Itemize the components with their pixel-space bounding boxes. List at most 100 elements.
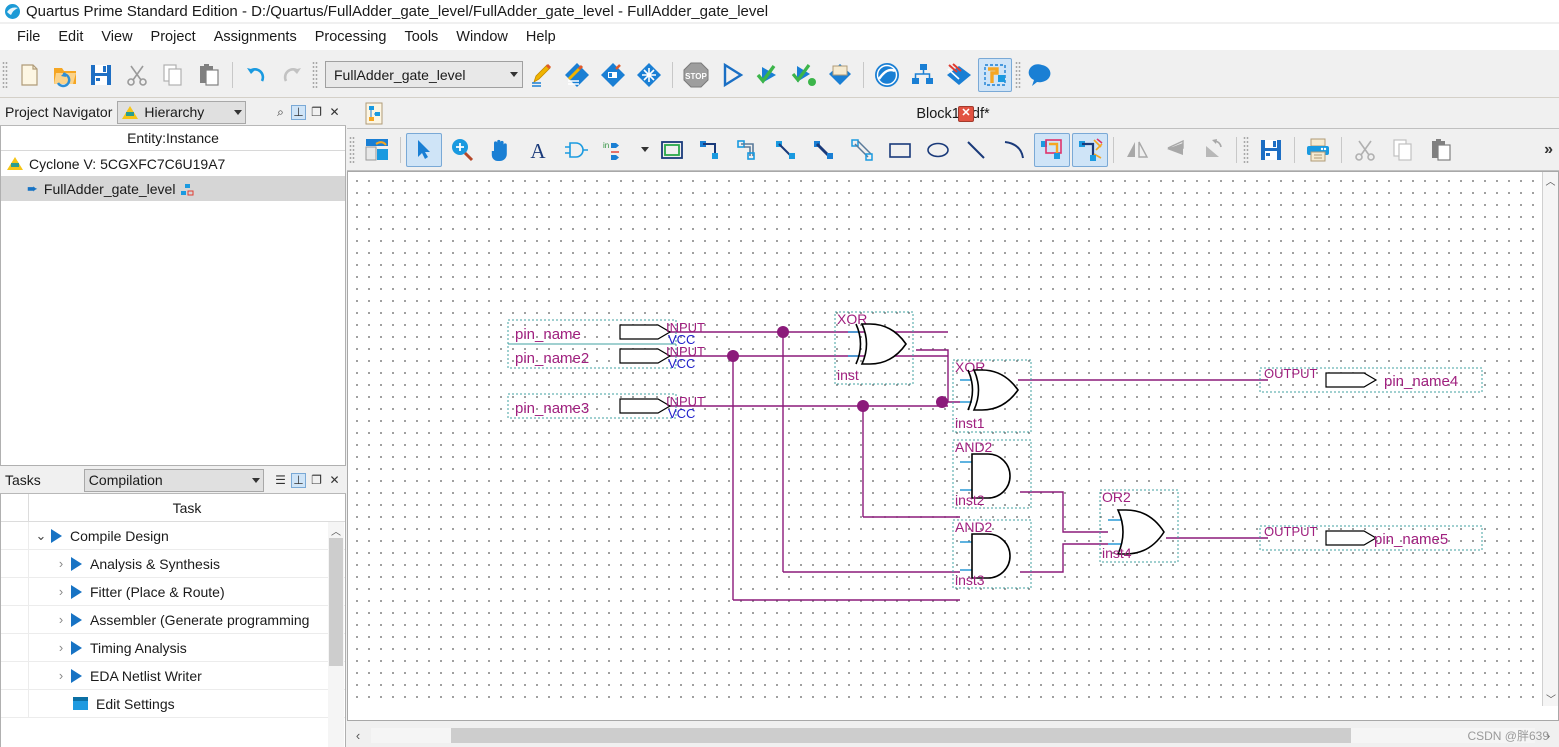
orthogonal-conduit-tool-icon[interactable]: [768, 133, 804, 167]
rectangle-tool-icon[interactable]: [882, 133, 918, 167]
close-panel-icon[interactable]: ✕: [327, 105, 342, 120]
chevron-right-icon[interactable]: ›: [53, 640, 69, 655]
canvas-horizontal-scrollbar[interactable]: ‹ ›: [347, 723, 1559, 747]
scroll-left-icon[interactable]: ‹: [347, 728, 369, 743]
assembler-icon[interactable]: [823, 58, 857, 92]
play-icon[interactable]: [71, 556, 82, 571]
cut-icon[interactable]: [1347, 133, 1383, 167]
orthogonal-node-tool-icon[interactable]: [692, 133, 728, 167]
start-compilation-icon[interactable]: [715, 58, 749, 92]
selection-arrow-tool[interactable]: [406, 132, 442, 167]
rtl-viewer-icon[interactable]: [942, 58, 976, 92]
rubberbanding-icon[interactable]: [1034, 132, 1070, 167]
menu-assignments[interactable]: Assignments: [205, 27, 306, 47]
copy-icon[interactable]: [156, 58, 190, 92]
list-menu-icon[interactable]: ☰: [273, 473, 288, 488]
ed-toolbar-grip[interactable]: [349, 135, 355, 164]
chevron-right-icon[interactable]: ›: [53, 584, 69, 599]
rotate-left-icon[interactable]: [1195, 133, 1231, 167]
hierarchy-view-combo[interactable]: Hierarchy: [117, 100, 247, 124]
task-row-timing-analysis[interactable]: › Timing Analysis: [1, 634, 345, 662]
block-tool-icon[interactable]: [654, 133, 690, 167]
task-row-edit-settings[interactable]: Edit Settings: [1, 690, 345, 718]
undo-icon[interactable]: [239, 58, 273, 92]
task-row-analysis-synthesis[interactable]: › Analysis & Synthesis: [1, 550, 345, 578]
task-row-eda-netlist-writer[interactable]: › EDA Netlist Writer: [1, 662, 345, 690]
play-icon[interactable]: [71, 668, 82, 683]
search-icon[interactable]: ⌕: [273, 105, 288, 120]
copy-icon[interactable]: [1385, 133, 1421, 167]
close-tab-icon[interactable]: ✕: [958, 105, 974, 122]
tasks-vertical-scrollbar[interactable]: ︿ ﹀: [328, 522, 344, 747]
flow-combo[interactable]: Compilation: [83, 468, 264, 492]
task-row-assembler[interactable]: › Assembler (Generate programming: [1, 606, 345, 634]
line-tool-icon[interactable]: [958, 133, 994, 167]
menu-help[interactable]: Help: [517, 27, 565, 47]
task-row-fitter[interactable]: › Fitter (Place & Route): [1, 578, 345, 606]
project-revision-combo[interactable]: FullAdder_gate_level: [325, 61, 523, 88]
fitter-icon[interactable]: [787, 58, 821, 92]
save-icon[interactable]: [1253, 133, 1289, 167]
flip-vertical-icon[interactable]: [1157, 133, 1193, 167]
scroll-thumb[interactable]: [451, 727, 1351, 743]
menu-window[interactable]: Window: [447, 27, 517, 47]
settings-icon[interactable]: [73, 697, 88, 710]
window-arrange-icon[interactable]: [359, 133, 395, 167]
assignment-editor-icon[interactable]: [560, 58, 594, 92]
toolbar-overflow-icon[interactable]: »: [1544, 141, 1559, 159]
partial-line-select-icon[interactable]: [1072, 132, 1108, 167]
pin-planner-icon[interactable]: [596, 58, 630, 92]
orthogonal-bus-tool-icon[interactable]: [730, 133, 766, 167]
play-icon[interactable]: [71, 584, 82, 599]
paste-icon[interactable]: [1423, 133, 1459, 167]
canvas-vertical-scrollbar[interactable]: ︿ ﹀: [1542, 172, 1558, 706]
chevron-right-icon[interactable]: ›: [53, 668, 69, 683]
pin-panel-icon[interactable]: ⊥: [291, 472, 306, 488]
analysis-synthesis-icon[interactable]: [751, 58, 785, 92]
play-icon[interactable]: [71, 612, 82, 627]
scroll-down-icon[interactable]: ﹀: [1543, 690, 1558, 706]
diagonal-bus-tool-icon[interactable]: [844, 133, 880, 167]
chevron-right-icon[interactable]: ›: [53, 612, 69, 627]
toolbar-grip-3[interactable]: [1015, 60, 1021, 89]
print-icon[interactable]: [1300, 133, 1336, 167]
settings-pencil-icon[interactable]: [524, 58, 558, 92]
redo-icon[interactable]: [275, 58, 309, 92]
hand-pan-tool-icon[interactable]: [482, 133, 518, 167]
zoom-tool-icon[interactable]: [444, 133, 480, 167]
chevron-right-icon[interactable]: ›: [53, 556, 69, 571]
pin-dropdown-icon[interactable]: [634, 133, 652, 167]
tree-row-entity[interactable]: ➨ FullAdder_gate_level: [1, 176, 345, 201]
menu-edit[interactable]: Edit: [49, 27, 92, 47]
menu-project[interactable]: Project: [142, 27, 205, 47]
menu-file[interactable]: File: [8, 27, 49, 47]
scroll-track[interactable]: [371, 727, 1535, 743]
netlist-viewer-icon[interactable]: [906, 58, 940, 92]
symbol-tool-icon[interactable]: [558, 133, 594, 167]
task-row-compile-design[interactable]: ⌄ Compile Design: [1, 522, 345, 550]
diagonal-node-tool-icon[interactable]: [806, 133, 842, 167]
menu-processing[interactable]: Processing: [306, 27, 396, 47]
chevron-down-icon[interactable]: ⌄: [33, 528, 49, 544]
close-panel-icon[interactable]: ✕: [327, 473, 342, 488]
tab-block1-bdf[interactable]: Block1.bdf*: [347, 106, 1559, 122]
toolbar-grip[interactable]: [2, 60, 8, 89]
flip-horizontal-icon[interactable]: [1119, 133, 1155, 167]
new-file-icon[interactable]: [12, 58, 46, 92]
ed-toolbar-grip-2[interactable]: [1243, 135, 1249, 164]
pin-tool-icon[interactable]: in: [596, 133, 632, 167]
schematic-canvas[interactable]: pin_name INPUT VCC pin_name2 INPUT VCC p…: [348, 172, 1544, 706]
programmer-icon[interactable]: [632, 58, 666, 92]
stop-icon[interactable]: STOP: [679, 58, 713, 92]
text-tool-icon[interactable]: A: [520, 133, 556, 167]
toolbar-grip-2[interactable]: [312, 60, 318, 89]
pin-panel-icon[interactable]: ⊥: [291, 104, 306, 120]
float-panel-icon[interactable]: ❐: [309, 473, 324, 488]
open-folder-icon[interactable]: [48, 58, 82, 92]
chip-planner-icon[interactable]: [978, 57, 1012, 92]
arc-tool-icon[interactable]: [996, 133, 1032, 167]
menu-tools[interactable]: Tools: [395, 27, 447, 47]
scroll-up-icon[interactable]: ︿: [328, 522, 344, 538]
scroll-thumb[interactable]: [329, 538, 343, 666]
scroll-up-icon[interactable]: ︿: [1543, 172, 1558, 188]
